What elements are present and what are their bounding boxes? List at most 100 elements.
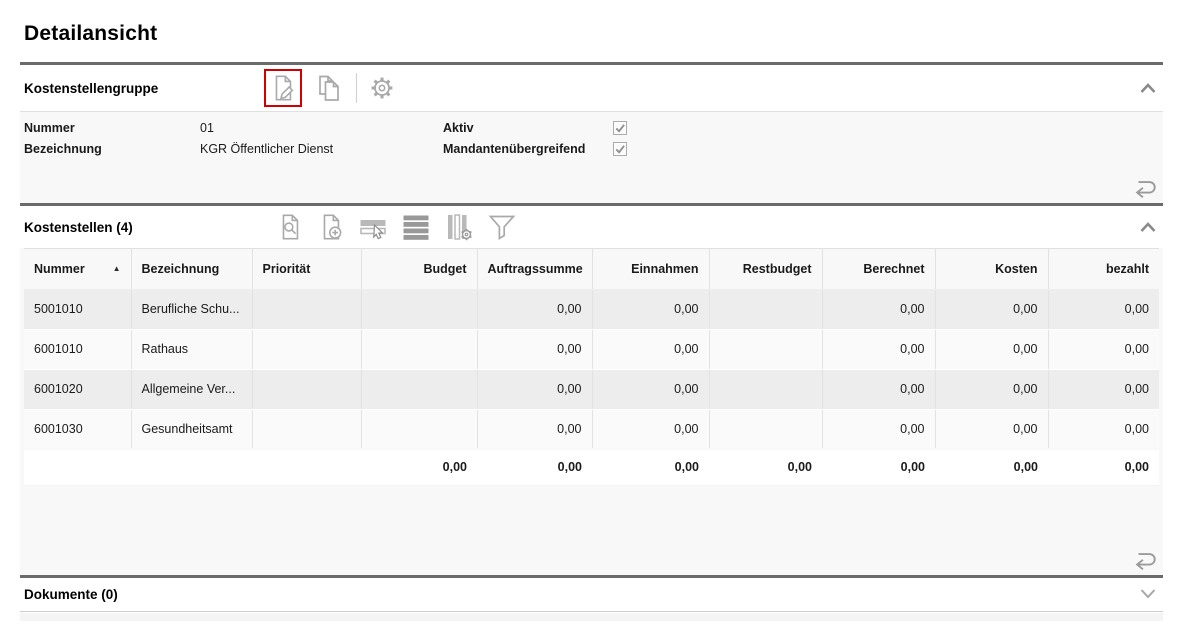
section-title-kostenstellen: Kostenstellen (4) [24, 220, 264, 235]
cell-bezeichnung: Gesundheitsamt [131, 409, 252, 449]
total-restbudget: 0,00 [709, 449, 822, 485]
aktiv-label: Aktiv [443, 121, 613, 135]
chevron-up-icon [1139, 82, 1157, 94]
table-row[interactable]: 6001020Allgemeine Ver...0,000,000,000,00… [24, 369, 1159, 409]
column-header-kosten[interactable]: Kosten [935, 249, 1048, 289]
table-totals-row: 0,000,000,000,000,000,000,00 [24, 449, 1159, 485]
aktiv-checkbox[interactable] [613, 121, 627, 135]
total-bezahlt: 0,00 [1048, 449, 1159, 485]
add-record-button[interactable] [317, 212, 345, 242]
cell-bezahlt: 0,00 [1048, 289, 1159, 329]
mandanten-label: Mandantenübergreifend [443, 142, 613, 156]
column-settings-button[interactable] [444, 212, 474, 242]
dokumente-divider [20, 611, 1163, 612]
total-kosten: 0,00 [935, 449, 1048, 485]
cell-berechnet: 0,00 [822, 289, 935, 329]
filter-icon [487, 212, 517, 242]
section-header-kostenstellen: Kostenstellen (4) [20, 206, 1163, 248]
section-kostenstellengruppe: Kostenstellengruppe [20, 62, 1163, 203]
cell-auftragssumme: 0,00 [477, 289, 592, 329]
cell-budget [361, 329, 477, 369]
cell-auftragssumme: 0,00 [477, 409, 592, 449]
kostenstellen-body: Nummer▲BezeichnungPrioritätBudgetAuftrag… [20, 248, 1163, 575]
list-icon [401, 212, 431, 242]
group-undo-button[interactable] [1128, 176, 1160, 199]
list-view-button[interactable] [401, 212, 431, 242]
bezeichnung-label: Bezeichnung [24, 142, 200, 156]
cell-budget [361, 289, 477, 329]
chevron-up-icon [1139, 221, 1157, 233]
cell-restbudget [709, 369, 822, 409]
cell-kosten: 0,00 [935, 409, 1048, 449]
copy-button[interactable] [313, 73, 343, 103]
column-header-prioritaet[interactable]: Priorität [252, 249, 361, 289]
cell-bezahlt: 0,00 [1048, 409, 1159, 449]
cell-bezahlt: 0,00 [1048, 329, 1159, 369]
cell-nummer: 6001020 [24, 369, 131, 409]
column-header-berechnet[interactable]: Berechnet [822, 249, 935, 289]
cell-bezeichnung: Rathaus [131, 329, 252, 369]
kostenstellen-toolbar [264, 212, 530, 242]
column-header-auftragssumme[interactable]: Auftragssumme [477, 249, 592, 289]
edit-icon [269, 73, 297, 103]
edit-button[interactable] [264, 69, 302, 107]
column-header-budget[interactable]: Budget [361, 249, 477, 289]
cell-kosten: 0,00 [935, 329, 1048, 369]
cell-restbudget [709, 289, 822, 329]
return-arrow-icon [1128, 548, 1160, 571]
bezeichnung-value: KGR Öffentlicher Dienst [200, 142, 443, 156]
toolbar-separator [356, 73, 357, 103]
nummer-value: 01 [200, 121, 443, 135]
table-header-row: Nummer▲BezeichnungPrioritätBudgetAuftrag… [24, 249, 1159, 289]
total-prioritaet [252, 449, 361, 485]
table-row[interactable]: 6001030Gesundheitsamt0,000,000,000,000,0… [24, 409, 1159, 449]
page-title: Detailansicht [24, 21, 1183, 47]
nummer-label: Nummer [24, 121, 200, 135]
cell-berechnet: 0,00 [822, 369, 935, 409]
total-auftragssumme: 0,00 [477, 449, 592, 485]
collapse-group-button[interactable] [1137, 80, 1159, 96]
cell-kosten: 0,00 [935, 369, 1048, 409]
cell-bezeichnung: Berufliche Schu... [131, 289, 252, 329]
cell-prioritaet [252, 369, 361, 409]
table-row[interactable]: 6001010Rathaus0,000,000,000,000,00 [24, 329, 1159, 369]
cell-einnahmen: 0,00 [592, 289, 709, 329]
section-title-dokumente: Dokumente (0) [24, 587, 264, 602]
total-bezeichnung [131, 449, 252, 485]
group-toolbar [264, 69, 410, 107]
filter-button[interactable] [487, 212, 517, 242]
doc-add-icon [317, 212, 345, 242]
cell-prioritaet [252, 289, 361, 329]
cell-einnahmen: 0,00 [592, 369, 709, 409]
group-body: Nummer 01 Aktiv Bezeichnung KGR Öffentli… [20, 112, 1163, 203]
column-header-restbudget[interactable]: Restbudget [709, 249, 822, 289]
expand-dokumente-button[interactable] [1137, 586, 1159, 602]
doc-search-icon [276, 212, 304, 242]
cell-nummer: 6001030 [24, 409, 131, 449]
cell-budget [361, 409, 477, 449]
total-budget: 0,00 [361, 449, 477, 485]
cell-berechnet: 0,00 [822, 329, 935, 369]
kostenstellen-footer [24, 486, 1159, 575]
view-record-button[interactable] [276, 212, 304, 242]
section-title-kostenstellengruppe: Kostenstellengruppe [24, 81, 264, 96]
collapse-kostenstellen-button[interactable] [1137, 219, 1159, 235]
cell-prioritaet [252, 409, 361, 449]
cell-budget [361, 369, 477, 409]
section-header-kostenstellengruppe: Kostenstellengruppe [20, 65, 1163, 111]
mandanten-checkbox[interactable] [613, 142, 627, 156]
cell-einnahmen: 0,00 [592, 329, 709, 369]
column-header-einnahmen[interactable]: Einnahmen [592, 249, 709, 289]
cell-nummer: 6001010 [24, 329, 131, 369]
column-header-bezahlt[interactable]: bezahlt [1048, 249, 1159, 289]
dokumente-collapsed-body [20, 613, 1163, 621]
kostenstellen-undo-button[interactable] [1128, 548, 1160, 571]
cell-kosten: 0,00 [935, 289, 1048, 329]
cell-prioritaet [252, 329, 361, 369]
select-rows-button[interactable] [358, 212, 388, 242]
settings-button[interactable] [367, 73, 397, 103]
table-row[interactable]: 5001010Berufliche Schu...0,000,000,000,0… [24, 289, 1159, 329]
cell-auftragssumme: 0,00 [477, 329, 592, 369]
column-header-nummer[interactable]: Nummer▲ [24, 249, 131, 289]
column-header-bezeichnung[interactable]: Bezeichnung [131, 249, 252, 289]
